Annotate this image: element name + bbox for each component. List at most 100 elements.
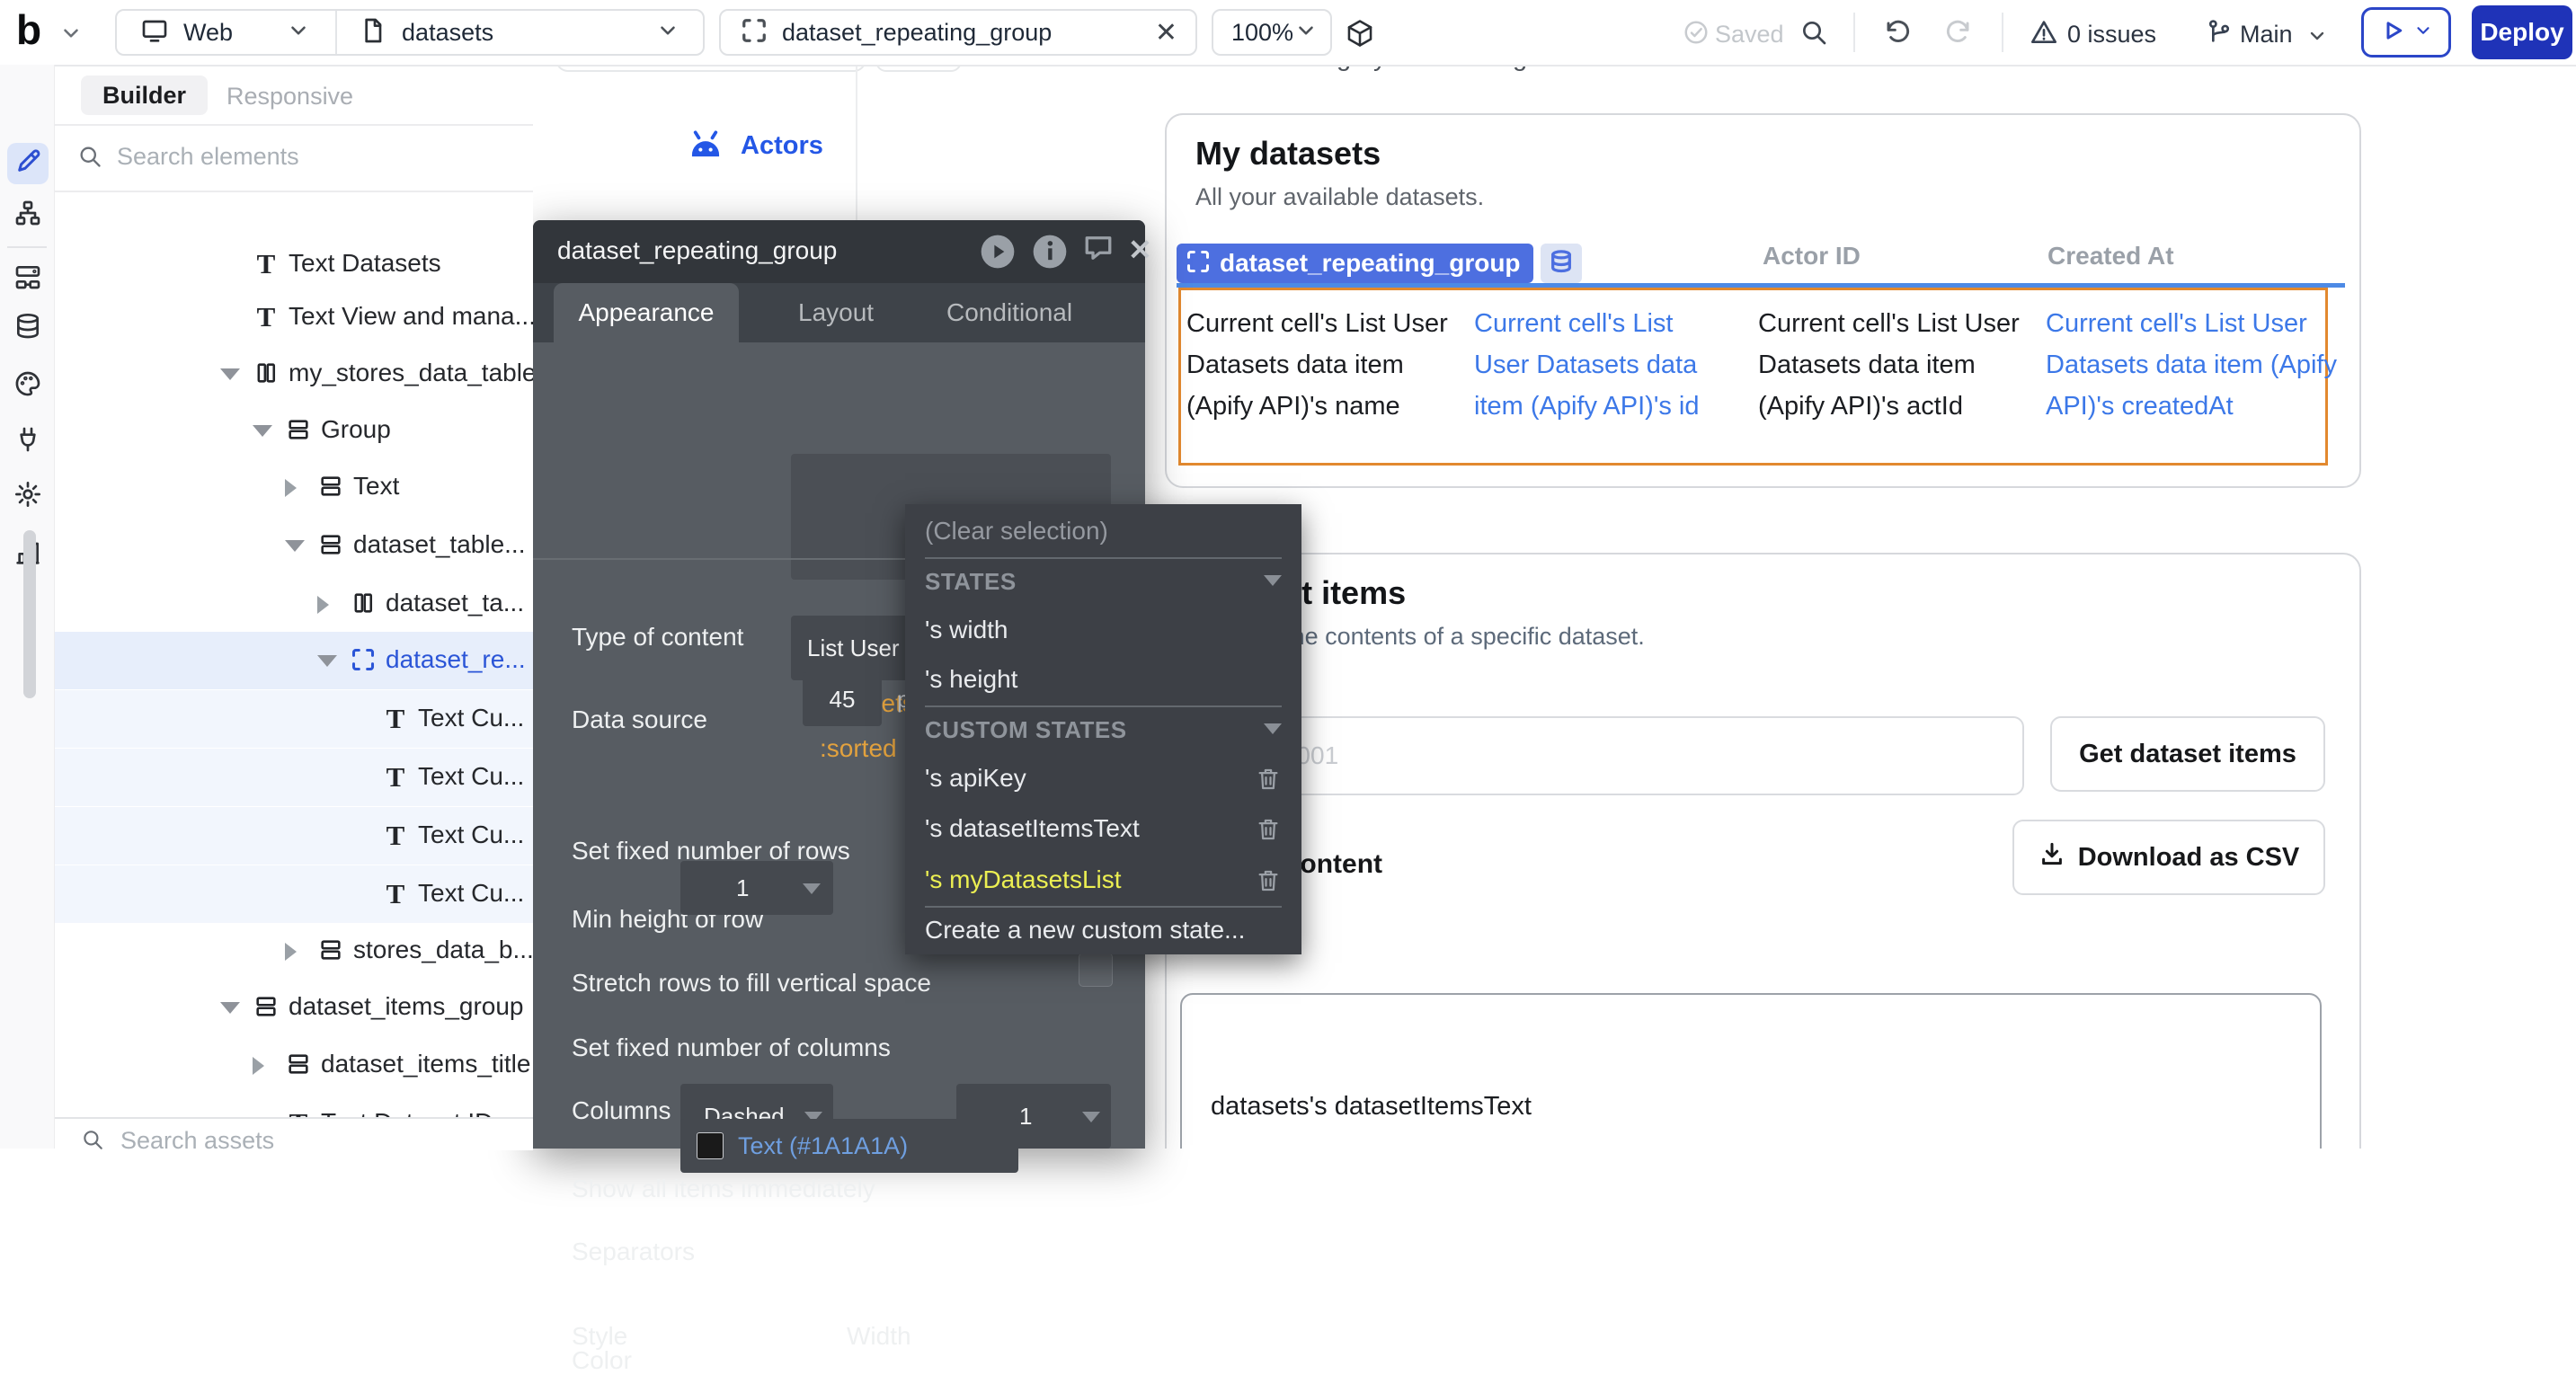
rail-item-plugins[interactable]: [7, 421, 49, 462]
top-toolbar: b Web datasets dataset_repeating_group ✕…: [0, 0, 2576, 67]
tree-item-dataset-ta[interactable]: dataset_ta...: [54, 575, 533, 633]
dropdown-item[interactable]: (Clear selection): [925, 517, 1282, 546]
rail-item-workflow[interactable]: [7, 194, 49, 235]
tree-item-group[interactable]: Group: [54, 402, 533, 459]
tree-item-text-cu[interactable]: TText Cu...: [54, 749, 533, 806]
dropdown-item[interactable]: 's height: [925, 665, 1282, 694]
show-all-checkbox[interactable]: [1079, 953, 1113, 987]
tree-item-dataset-items-title[interactable]: dataset_items_title: [54, 1036, 533, 1094]
tree-item-dataset-table[interactable]: dataset_table...: [54, 517, 533, 574]
columns-select[interactable]: 1: [680, 861, 833, 915]
chevron-down-icon[interactable]: [287, 19, 310, 47]
collapse-caret-icon[interactable]: [220, 1002, 240, 1014]
field-label: Set fixed number of columns: [572, 1033, 891, 1062]
tree-item-text[interactable]: Text: [54, 458, 533, 516]
tree-item-stores-data-b[interactable]: stores_data_b...: [54, 922, 533, 980]
deploy-button[interactable]: Deploy: [2472, 5, 2572, 59]
tree-item-my-stores-data-table[interactable]: my_stores_data_table: [54, 345, 533, 403]
tree-item-text-cu[interactable]: TText Cu...: [54, 690, 533, 748]
info-circle-icon[interactable]: [1030, 232, 1070, 276]
dataset-id-input[interactable]: dataset_001: [1180, 716, 2024, 795]
redo-icon[interactable]: [1944, 18, 1973, 51]
dropdown-section-header[interactable]: CUSTOM STATES: [925, 716, 1282, 744]
mode-select[interactable]: Web: [183, 19, 233, 47]
expand-caret-icon[interactable]: [253, 1057, 264, 1075]
mode-page-select-group: Web datasets: [115, 9, 705, 56]
tree-item-dataset-re[interactable]: dataset_re...: [54, 632, 533, 689]
rail-item-data[interactable]: [7, 307, 49, 349]
download-csv-button[interactable]: Download as CSV: [2012, 820, 2325, 895]
download-icon: [2039, 840, 2065, 874]
close-icon[interactable]: ✕: [1155, 17, 1177, 49]
tree-item-text-view-and-mana[interactable]: TText View and mana...: [54, 288, 533, 346]
preview-button[interactable]: [2361, 7, 2451, 58]
min-height-input[interactable]: 45: [803, 672, 882, 726]
branch-select[interactable]: Main: [2240, 21, 2293, 49]
tree-item-dataset-items-group[interactable]: dataset_items_group: [54, 979, 533, 1036]
divider: [335, 11, 337, 54]
expand-caret-icon[interactable]: [317, 596, 329, 614]
rail-item-design[interactable]: [7, 143, 49, 184]
tab-conditional[interactable]: Conditional: [946, 298, 1072, 327]
dropdown-item[interactable]: Create a new custom state...: [925, 916, 1282, 945]
element-tab[interactable]: dataset_repeating_group ✕: [719, 9, 1197, 56]
dropdown-item[interactable]: 's width: [925, 616, 1282, 644]
delete-state-icon[interactable]: [1255, 867, 1282, 900]
tree-item-text-dataset-id[interactable]: TText Dataset ID: [54, 1095, 533, 1117]
tab-builder[interactable]: Builder: [81, 75, 208, 115]
rail-item-components[interactable]: [7, 258, 49, 299]
data-source-chip[interactable]: [1541, 244, 1582, 283]
left-icon-rail: [0, 65, 55, 1149]
dropdown-section-header[interactable]: STATES: [925, 568, 1282, 596]
page-icon: [359, 16, 387, 49]
rail-item-styles[interactable]: [7, 365, 49, 406]
tree-item-label: dataset_items_group: [289, 992, 524, 1021]
zoom-select[interactable]: 100%: [1212, 9, 1332, 56]
tree-item-text-cu[interactable]: TText Cu...: [54, 865, 533, 923]
expand-caret-icon[interactable]: [285, 479, 297, 497]
explorer-tabs: Builder Responsive: [54, 65, 533, 126]
page-select[interactable]: datasets: [402, 19, 493, 47]
tree-item-text-datasets[interactable]: TText Datasets: [54, 235, 533, 293]
logo-chevron-icon[interactable]: [59, 22, 83, 49]
search-icon[interactable]: [1799, 18, 1828, 51]
comment-icon[interactable]: [1082, 232, 1115, 269]
rail-scrollbar-thumb[interactable]: [23, 530, 36, 698]
selected-element-badge[interactable]: dataset_repeating_group: [1177, 244, 1582, 283]
collapse-caret-icon[interactable]: [317, 655, 337, 667]
rail-item-settings[interactable]: [7, 475, 49, 517]
delete-state-icon[interactable]: [1255, 766, 1282, 799]
component-box-icon[interactable]: [1345, 18, 1375, 53]
cell-expression[interactable]: Current cell's List User Datasets data i…: [1186, 303, 1465, 427]
bubble-logo[interactable]: b: [16, 5, 41, 54]
get-dataset-items-button[interactable]: Get dataset items: [2050, 716, 2325, 792]
delete-state-icon[interactable]: [1255, 816, 1282, 849]
column-header: Created At: [2047, 242, 2174, 271]
cell-expression-link[interactable]: Current cell's List User Datasets data i…: [2046, 303, 2342, 427]
preview-circle-icon[interactable]: [978, 232, 1017, 276]
close-icon[interactable]: ✕: [1128, 233, 1152, 267]
chevron-down-icon[interactable]: [656, 19, 680, 47]
tab-appearance[interactable]: Appearance: [554, 283, 739, 342]
collapse-caret-icon[interactable]: [253, 425, 272, 437]
expand-caret-icon[interactable]: [285, 943, 297, 961]
tab-responsive[interactable]: Responsive: [227, 83, 353, 111]
dropdown-item[interactable]: 's datasetItemsText: [925, 814, 1282, 843]
element-search[interactable]: Search elements: [54, 124, 533, 192]
property-editor-header[interactable]: dataset_repeating_group ✕: [533, 220, 1145, 283]
nav-item-actors[interactable]: Actors: [685, 129, 823, 163]
asset-search[interactable]: Search assets: [54, 1117, 533, 1150]
tree-item-text-cu[interactable]: TText Cu...: [54, 807, 533, 865]
chevron-down-icon[interactable]: [2306, 25, 2328, 51]
undo-icon[interactable]: [1883, 18, 1912, 51]
issues-counter[interactable]: 0 issues: [2067, 21, 2156, 49]
collapse-caret-icon[interactable]: [220, 368, 240, 380]
cell-expression-link[interactable]: Current cell's List User Datasets data i…: [1474, 303, 1717, 427]
dropdown-item[interactable]: 's myDatasetsList: [925, 865, 1282, 894]
cell-expression[interactable]: Current cell's List User Datasets data i…: [1758, 303, 2021, 427]
separator-color-picker[interactable]: Text (#1A1A1A): [680, 1119, 1018, 1173]
dropdown-item[interactable]: 's apiKey: [925, 764, 1282, 793]
tab-layout[interactable]: Layout: [798, 298, 874, 327]
expression-token[interactable]: :sorted b: [820, 734, 918, 763]
collapse-caret-icon[interactable]: [285, 540, 305, 552]
